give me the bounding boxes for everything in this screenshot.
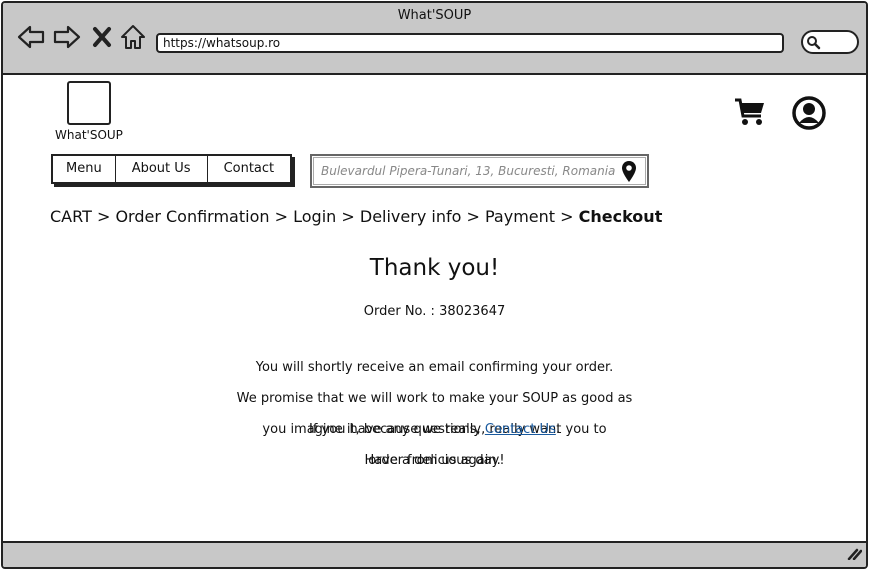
- nav-menu[interactable]: Menu: [53, 156, 116, 182]
- breadcrumb-payment[interactable]: Payment: [485, 207, 555, 226]
- close-x-icon[interactable]: [91, 23, 119, 51]
- nav-about-us[interactable]: About Us: [116, 156, 208, 182]
- breadcrumb-separator: >: [96, 207, 111, 226]
- breadcrumb-cart[interactable]: CART: [50, 207, 92, 226]
- shopping-cart-icon[interactable]: [733, 97, 767, 131]
- browser-search-button[interactable]: [801, 30, 859, 54]
- main-nav: Menu About Us Contact: [51, 154, 293, 184]
- questions-text: If you have any questions,: [309, 422, 481, 437]
- thank-you-heading: Thank you!: [369, 255, 500, 281]
- questions-period: .: [555, 422, 560, 437]
- message-line: You will shortly receive an email confir…: [255, 359, 614, 375]
- closing-message: Have a delicious day!: [364, 453, 505, 468]
- browser-titlebar: What'SOUP https://whatsoup.ro: [3, 3, 866, 75]
- window-title: What'SOUP: [397, 8, 472, 23]
- order-number-line: Order No. : 38023647: [3, 304, 866, 319]
- forward-arrow-icon[interactable]: [53, 23, 81, 51]
- breadcrumb-login[interactable]: Login: [293, 207, 336, 226]
- delivery-address-field[interactable]: Bulevardul Pipera-Tunari, 13, Bucuresti,…: [310, 154, 649, 188]
- back-arrow-icon[interactable]: [17, 23, 45, 51]
- breadcrumb-separator: >: [274, 207, 289, 226]
- search-icon: [807, 36, 821, 50]
- breadcrumb-order-confirmation[interactable]: Order Confirmation: [115, 207, 269, 226]
- address-text: Bulevardul Pipera-Tunari, 13, Bucuresti,…: [321, 164, 616, 178]
- resize-grip-icon[interactable]: [846, 545, 863, 564]
- breadcrumb-checkout-current: Checkout: [578, 207, 663, 226]
- questions-line: If you have any questions, Contact Us.: [3, 422, 866, 437]
- message-line: We promise that we will work to make you…: [236, 390, 633, 406]
- url-bar[interactable]: https://whatsoup.ro: [156, 33, 784, 53]
- breadcrumb-separator: >: [560, 207, 574, 226]
- browser-statusbar: [3, 541, 866, 567]
- checkout-breadcrumb: CART > Order Confirmation > Login > Deli…: [50, 207, 662, 226]
- order-number-value: 38023647: [439, 304, 506, 319]
- browser-window: What'SOUP https://whatsoup.ro What'SOUP: [1, 1, 868, 569]
- home-icon[interactable]: [119, 23, 147, 51]
- breadcrumb-separator: >: [466, 207, 480, 226]
- logo-image[interactable]: [67, 81, 111, 125]
- logo-text: What'SOUP: [55, 128, 123, 142]
- contact-us-link[interactable]: Contact Us: [485, 422, 556, 437]
- breadcrumb-separator: >: [341, 207, 355, 226]
- user-account-icon[interactable]: [791, 95, 827, 135]
- order-number-label: Order No. :: [363, 304, 435, 319]
- location-pin-icon: [621, 160, 637, 188]
- breadcrumb-delivery-info[interactable]: Delivery info: [360, 207, 462, 226]
- nav-contact[interactable]: Contact: [208, 156, 291, 182]
